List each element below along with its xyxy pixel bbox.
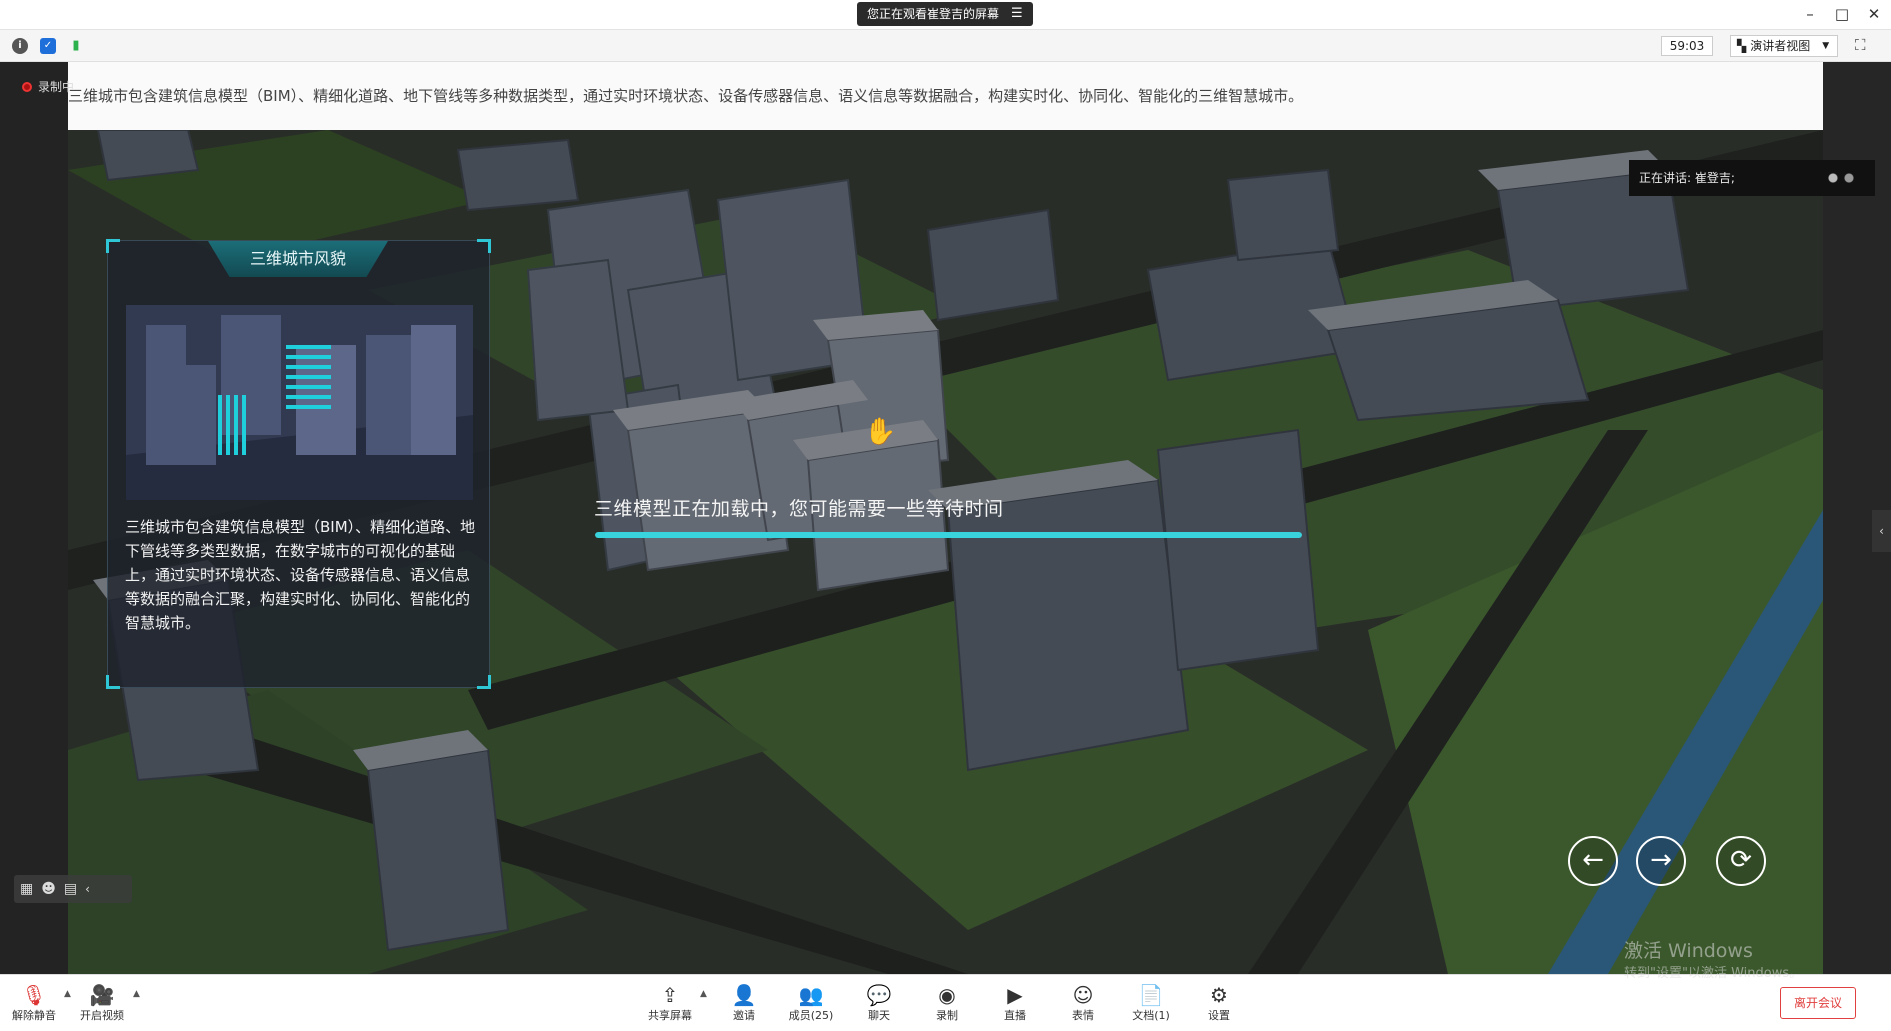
view-controls: ▦ ☻ ▤ ‹ (14, 875, 132, 903)
minimize-icon[interactable]: – (1800, 5, 1820, 23)
settings-button[interactable]: ⚙ 设置 (1189, 983, 1249, 1023)
city-info-panel: 三维城市风貌 三维城市包含建筑信息模型（BIM）、精细化道路、地下管线等多类型数… (106, 239, 491, 689)
live-icon: ▶ (1007, 983, 1023, 1007)
record-dot-icon (22, 81, 32, 92)
panel-corner (106, 239, 120, 253)
meeting-window: 您正在观看崔登吉的屏幕 ☰ – □ ✕ i ✓ ▮ 59:03 ▚ 演讲者视图 … (0, 0, 1891, 1031)
chevron-up-icon[interactable]: ▲ (64, 989, 71, 999)
recording-label: 录制中 (38, 80, 75, 94)
chevron-up-icon[interactable]: ▲ (133, 989, 140, 999)
invite-label: 邀请 (733, 1009, 755, 1022)
shield-icon[interactable]: ✓ (40, 38, 56, 54)
reload-button[interactable]: ⟳ (1716, 836, 1766, 886)
chevron-down-icon: ▼ (1822, 41, 1830, 51)
live-button[interactable]: ▶ 直播 (985, 983, 1045, 1023)
settings-label: 设置 (1208, 1009, 1230, 1022)
emoji-icon[interactable]: ☻ (41, 881, 56, 897)
meeting-timer: 59:03 (1661, 36, 1713, 56)
smile-icon: ☺ (1072, 983, 1094, 1007)
document-icon: 📄 (1138, 983, 1164, 1007)
active-speaker-indicator: 正在讲话: 崔登吉; (1629, 160, 1875, 196)
camera-off-icon: 🎥 (89, 983, 115, 1007)
record-button[interactable]: ◉ 录制 (917, 983, 977, 1023)
panel-corner (477, 239, 491, 253)
meeting-controls-bar: 🎙 解除静音 ▲ 🎥 开启视频 ▲ ⇪ 共享屏幕 ▲ 👤 邀请 👥 成员(25)… (0, 974, 1891, 1031)
unmute-label: 解除静音 (12, 1009, 56, 1022)
reactions-button[interactable]: ☺ 表情 (1053, 983, 1113, 1023)
record-label: 录制 (936, 1009, 958, 1022)
panel-corner (106, 675, 120, 689)
hand-cursor-icon: ✋ (864, 417, 897, 447)
unmute-button[interactable]: 🎙 解除静音 (4, 983, 64, 1023)
loading-progress-fill (595, 532, 1302, 538)
close-icon[interactable]: ✕ (1864, 5, 1884, 23)
invite-button[interactable]: 👤 邀请 (714, 983, 774, 1023)
city-thumbnail-image (126, 305, 473, 500)
start-video-label: 开启视频 (80, 1009, 124, 1022)
screen-notice-text: 您正在观看崔登吉的屏幕 (867, 7, 1000, 21)
recording-indicator: 录制中 (22, 78, 74, 95)
members-icon: 👥 (798, 983, 824, 1007)
speaker-view-dropdown[interactable]: ▚ 演讲者视图 ▼ (1730, 35, 1838, 57)
fullscreen-icon[interactable]: ⛶ (1855, 36, 1866, 54)
maximize-icon[interactable]: □ (1832, 5, 1852, 23)
members-button[interactable]: 👥 成员(25) (781, 983, 841, 1023)
docs-label: 文档(1) (1132, 1009, 1170, 1022)
share-screen-button[interactable]: ⇪ 共享屏幕 (640, 983, 700, 1023)
menu-icon[interactable]: ☰ (1011, 2, 1023, 26)
grid-icon[interactable]: ▦ (20, 881, 33, 897)
speaking-label: 正在讲话: 崔登吉; (1639, 171, 1735, 185)
gear-icon: ⚙ (1210, 983, 1228, 1007)
chat-icon: 💬 (866, 983, 892, 1007)
mic-muted-icon: 🎙 (21, 983, 47, 1007)
live-label: 直播 (1004, 1009, 1026, 1022)
reactions-label: 表情 (1072, 1009, 1094, 1022)
panel-description: 三维城市包含建筑信息模型（BIM）、精细化道路、地下管线等多类型数据，在数字城市… (125, 518, 476, 632)
chat-bubble-icon[interactable]: ▤ (64, 881, 77, 897)
chat-button[interactable]: 💬 聊天 (849, 983, 909, 1023)
side-panel-toggle[interactable]: ‹ (1872, 510, 1891, 552)
chevron-up-icon[interactable]: ▲ (700, 989, 707, 999)
chevron-left-icon[interactable]: ‹ (85, 882, 90, 896)
loading-message: 三维模型正在加载中，您可能需要一些等待时间 (594, 498, 1004, 520)
panel-title: 三维城市风貌 (208, 241, 388, 277)
city-3d-scene[interactable]: 三维城市风貌 三维城市包含建筑信息模型（BIM）、精细化道路、地下管线等多类型数… (68, 130, 1823, 974)
leave-meeting-button[interactable]: 离开会议 (1780, 987, 1856, 1019)
panel-corner (477, 675, 491, 689)
windows-watermark: 激活 Windows (1624, 940, 1753, 962)
screen-share-notice[interactable]: 您正在观看崔登吉的屏幕 ☰ (857, 2, 1033, 26)
left-gutter (0, 62, 68, 974)
record-icon: ◉ (938, 983, 956, 1007)
start-video-button[interactable]: 🎥 开启视频 (72, 983, 132, 1023)
info-icon[interactable]: i (12, 38, 28, 54)
add-user-icon: 👤 (731, 983, 757, 1007)
share-screen-icon: ⇪ (661, 983, 679, 1007)
title-bar: 您正在观看崔登吉的屏幕 ☰ – □ ✕ (0, 0, 1891, 30)
members-label: 成员(25) (788, 1009, 834, 1022)
speaker-avatar (1821, 169, 1861, 187)
windows-watermark-hint: 转到"设置"以激活 Windows。 (1624, 966, 1803, 981)
signal-icon[interactable]: ▮ (68, 38, 84, 54)
chat-label: 聊天 (868, 1009, 890, 1022)
meeting-toolbar: i ✓ ▮ 59:03 ▚ 演讲者视图 ▼ ⛶ (0, 30, 1891, 62)
view-layout-icon: ▚ (1737, 39, 1747, 53)
shared-caption: 三维城市包含建筑信息模型（BIM）、精细化道路、地下管线等多种数据类型，通过实时… (68, 62, 1823, 130)
share-screen-label: 共享屏幕 (648, 1009, 692, 1022)
shared-screen[interactable]: 三维城市包含建筑信息模型（BIM）、精细化道路、地下管线等多种数据类型，通过实时… (68, 62, 1823, 974)
docs-button[interactable]: 📄 文档(1) (1121, 983, 1181, 1023)
prev-button[interactable]: ← (1568, 836, 1618, 886)
loading-progress-bar (595, 532, 1302, 538)
view-label: 演讲者视图 (1750, 39, 1811, 53)
next-button[interactable]: → (1636, 836, 1686, 886)
